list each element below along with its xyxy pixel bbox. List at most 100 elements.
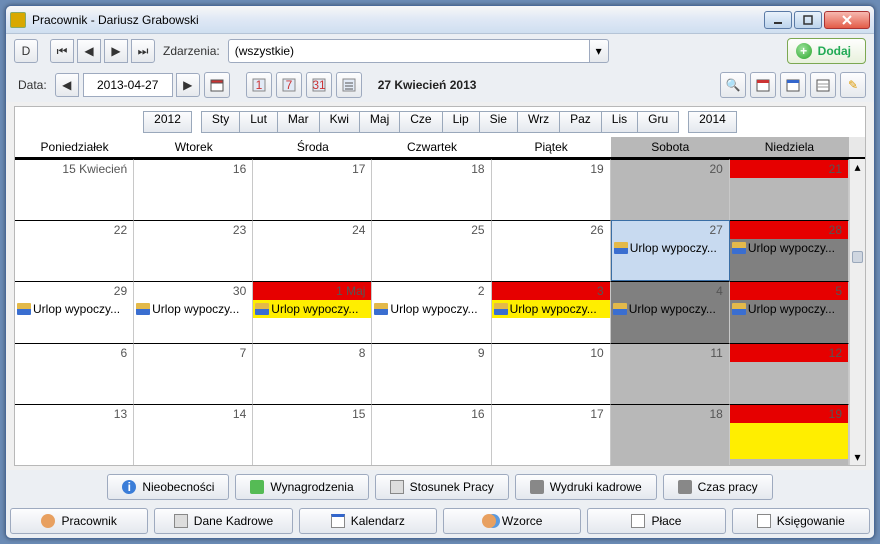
next-year-button[interactable]: 2014 [688, 111, 737, 133]
add-button[interactable]: + Dodaj [787, 38, 866, 64]
month-btn-lut[interactable]: Lut [239, 111, 278, 133]
tool-2-button[interactable] [780, 72, 806, 98]
calendar-event[interactable]: Urlop wypoczy... [730, 300, 848, 318]
event-label: Urlop wypoczy... [152, 302, 239, 316]
calendar-cell[interactable]: 26 [492, 220, 611, 281]
maximize-button[interactable] [794, 11, 822, 29]
month-btn-wrz[interactable]: Wrz [517, 111, 560, 133]
tab-wydruki-kadrowe[interactable]: Wydruki kadrowe [515, 474, 657, 500]
calendar-cell[interactable]: 10 [492, 343, 611, 404]
calendar-cell[interactable]: 21 [730, 159, 849, 220]
calendar-cell[interactable]: 3Urlop wypoczy... [492, 281, 611, 342]
calendar-cell[interactable]: 16 [372, 404, 491, 465]
nav-last-button[interactable]: ⏭ [131, 39, 155, 63]
calendar-cell[interactable]: 11 [611, 343, 730, 404]
calendar-cell[interactable]: 19 [492, 159, 611, 220]
calendar-cell[interactable]: 17 [253, 159, 372, 220]
tab-pracownik[interactable]: Pracownik [10, 508, 148, 534]
scroll-thumb[interactable] [852, 251, 863, 263]
tab-dane-kadrowe[interactable]: Dane Kadrowe [154, 508, 292, 534]
tab-czas-pracy[interactable]: Czas pracy [663, 474, 773, 500]
calendar-event[interactable]: Urlop wypoczy... [253, 300, 371, 318]
tab-stosunek-pracy[interactable]: Stosunek Pracy [375, 474, 509, 500]
calendar-cell[interactable]: 12 [730, 343, 849, 404]
view-1-button[interactable]: 1 [246, 72, 272, 98]
calendar-event[interactable]: Urlop wypoczy... [611, 300, 729, 318]
month-btn-maj[interactable]: Maj [359, 111, 400, 133]
calendar-event[interactable]: Urlop wypoczy... [372, 300, 490, 318]
tab-wzorce[interactable]: Wzorce [443, 508, 581, 534]
calendar-cell[interactable]: 24 [253, 220, 372, 281]
calendar-event[interactable]: Urlop wypoczy... [134, 300, 252, 318]
calendar-cell[interactable]: 13 [15, 404, 134, 465]
calendar-cell[interactable]: 27Urlop wypoczy... [611, 220, 730, 281]
calendar-cell[interactable]: 2Urlop wypoczy... [372, 281, 491, 342]
month-btn-sty[interactable]: Sty [201, 111, 240, 133]
calendar-cell[interactable]: 14 [134, 404, 253, 465]
calendar-cell[interactable]: 9 [372, 343, 491, 404]
d-button[interactable]: D [14, 39, 38, 63]
month-btn-lip[interactable]: Lip [442, 111, 480, 133]
tab-kalendarz[interactable]: Kalendarz [299, 508, 437, 534]
month-btn-gru[interactable]: Gru [637, 111, 679, 133]
calendar-event[interactable]: Urlop wypoczy... [612, 239, 729, 257]
close-button[interactable] [824, 11, 870, 29]
calendar-cell[interactable]: 5Urlop wypoczy... [730, 281, 849, 342]
calendar-cell[interactable]: 15 Kwiecień [15, 159, 134, 220]
calendar-cell[interactable]: 17 [492, 404, 611, 465]
calendar-cell[interactable]: 15 [253, 404, 372, 465]
calendar-cell[interactable]: 4Urlop wypoczy... [611, 281, 730, 342]
calendar-cell[interactable]: 22 [15, 220, 134, 281]
scroll-up-icon[interactable]: ▴ [850, 159, 865, 175]
calendar-cell[interactable]: 8 [253, 343, 372, 404]
calendar-cell[interactable]: 20 [611, 159, 730, 220]
calendar-cell[interactable]: 7 [134, 343, 253, 404]
events-dropdown-button[interactable]: ▾ [589, 39, 609, 63]
calendar-cell[interactable]: 23 [134, 220, 253, 281]
month-btn-mar[interactable]: Mar [277, 111, 320, 133]
nav-prev-button[interactable]: ◀ [77, 39, 101, 63]
month-btn-lis[interactable]: Lis [601, 111, 638, 133]
calendar-cell[interactable]: 19 [730, 404, 849, 465]
event-label: Urlop wypoczy... [748, 302, 835, 316]
calendar-cell[interactable]: 30Urlop wypoczy... [134, 281, 253, 342]
tool-3-button[interactable] [810, 72, 836, 98]
calendar-cell[interactable]: 18 [611, 404, 730, 465]
date-next-button[interactable]: ▶ [176, 73, 200, 97]
tab-nieobecnosci[interactable]: iNieobecności [107, 474, 229, 500]
calendar-cell[interactable]: 1 MajUrlop wypoczy... [253, 281, 372, 342]
calendar-cell[interactable]: 28Urlop wypoczy... [730, 220, 849, 281]
view-31-button[interactable]: 31 [306, 72, 332, 98]
view-7-button[interactable]: 7 [276, 72, 302, 98]
calendar-picker-button[interactable] [204, 72, 230, 98]
month-btn-kwi[interactable]: Kwi [319, 111, 360, 133]
month-btn-paz[interactable]: Paz [559, 111, 602, 133]
vertical-scrollbar[interactable]: ▴ ▾ [849, 159, 865, 465]
calendar-cell[interactable]: 29Urlop wypoczy... [15, 281, 134, 342]
calendar-cell[interactable]: 6 [15, 343, 134, 404]
date-input[interactable]: 2013-04-27 [83, 73, 173, 97]
scroll-down-icon[interactable]: ▾ [850, 449, 865, 465]
nav-first-button[interactable]: ⏮ [50, 39, 74, 63]
tab-wynagrodzenia[interactable]: Wynagrodzenia [235, 474, 368, 500]
prev-year-button[interactable]: 2012 [143, 111, 192, 133]
calendar-cell[interactable]: 16 [134, 159, 253, 220]
calendar-event[interactable]: Urlop wypoczy... [492, 300, 610, 318]
calendar-cell[interactable]: 18 [372, 159, 491, 220]
edit-button[interactable]: ✎ [840, 72, 866, 98]
view-list-button[interactable] [336, 72, 362, 98]
calendar-event[interactable]: Urlop wypoczy... [15, 300, 133, 318]
month-btn-cze[interactable]: Cze [399, 111, 442, 133]
calendar-event[interactable]: Urlop wypoczy... [730, 239, 848, 257]
minimize-button[interactable] [764, 11, 792, 29]
nav-next-button[interactable]: ▶ [104, 39, 128, 63]
tab-ksiegowanie[interactable]: Księgowanie [732, 508, 870, 534]
month-btn-sie[interactable]: Sie [479, 111, 518, 133]
date-prev-button[interactable]: ◀ [55, 73, 79, 97]
tool-1-button[interactable] [750, 72, 776, 98]
calendar-header: Poniedziałek Wtorek Środa Czwartek Piąte… [15, 137, 865, 159]
events-combo[interactable]: (wszystkie) ▾ [228, 39, 609, 63]
calendar-cell[interactable]: 25 [372, 220, 491, 281]
search-button[interactable]: 🔍 [720, 72, 746, 98]
tab-place[interactable]: Płace [587, 508, 725, 534]
